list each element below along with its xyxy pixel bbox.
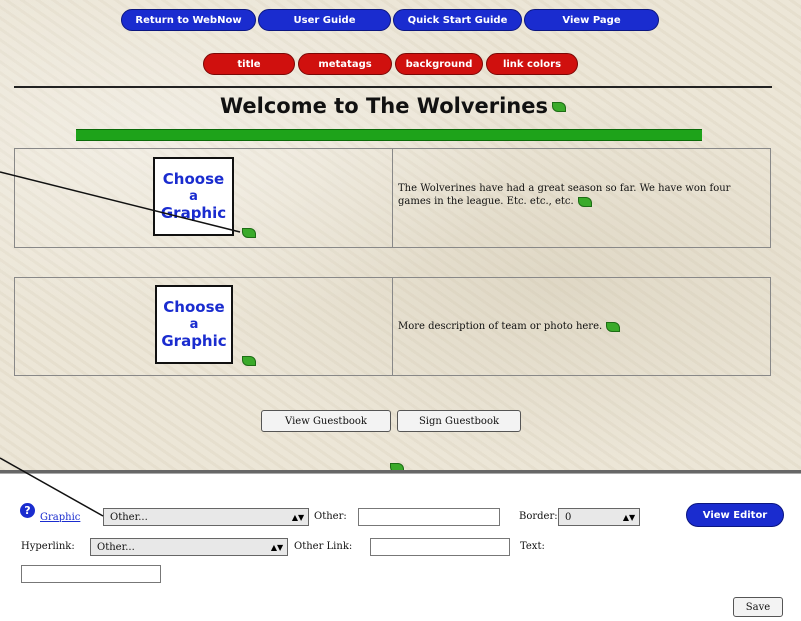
view-editor-button[interactable]: View Editor <box>686 503 784 527</box>
other-link-label: Other Link: <box>294 541 353 552</box>
select-arrows-icon: ▲▼ <box>270 542 284 552</box>
row-description[interactable]: The Wolverines have had a great season s… <box>398 182 763 208</box>
edit-leaf-icon[interactable] <box>242 356 256 366</box>
select-arrows-icon: ▲▼ <box>622 512 636 522</box>
text-label: Text: <box>520 541 545 552</box>
metatags-button[interactable]: metatags <box>298 53 392 75</box>
link-colors-button[interactable]: link colors <box>486 53 578 75</box>
help-icon[interactable]: ? <box>20 503 35 518</box>
text-input[interactable] <box>21 565 161 583</box>
green-divider-bar <box>76 129 702 141</box>
border-select[interactable]: 0 ▲▼ <box>558 508 640 526</box>
frame-splitter[interactable] <box>0 470 801 474</box>
row-description[interactable]: More description of team or photo here. <box>398 320 763 333</box>
save-button[interactable]: Save <box>733 597 783 617</box>
other-link-input[interactable] <box>370 538 510 556</box>
return-to-webnow-button[interactable]: Return to WebNow <box>121 9 256 31</box>
graphic-select[interactable]: Other... ▲▼ <box>103 508 309 526</box>
header-divider <box>14 86 772 88</box>
choose-graphic-placeholder[interactable]: Choose a Graphic <box>155 285 233 364</box>
view-page-button[interactable]: View Page <box>524 9 659 31</box>
hyperlink-label: Hyperlink: <box>21 541 75 552</box>
edit-leaf-icon[interactable] <box>606 321 621 332</box>
other-input[interactable] <box>358 508 500 526</box>
edit-leaf-icon[interactable] <box>242 228 256 238</box>
edit-leaf-icon[interactable] <box>577 196 592 207</box>
edit-leaf-icon[interactable] <box>552 102 566 112</box>
choose-graphic-placeholder[interactable]: Choose a Graphic <box>153 157 234 236</box>
background-button[interactable]: background <box>395 53 483 75</box>
graphic-link[interactable]: Graphic <box>40 512 80 523</box>
user-guide-button[interactable]: User Guide <box>258 9 391 31</box>
select-arrows-icon: ▲▼ <box>291 512 305 522</box>
view-guestbook-button[interactable]: View Guestbook <box>261 410 391 432</box>
page-title[interactable]: Welcome to The Wolverines <box>14 94 772 118</box>
border-label: Border: <box>519 511 558 522</box>
title-button[interactable]: title <box>203 53 295 75</box>
quick-start-guide-button[interactable]: Quick Start Guide <box>393 9 522 31</box>
hyperlink-select[interactable]: Other... ▲▼ <box>90 538 288 556</box>
sign-guestbook-button[interactable]: Sign Guestbook <box>397 410 521 432</box>
other-label: Other: <box>314 511 347 522</box>
